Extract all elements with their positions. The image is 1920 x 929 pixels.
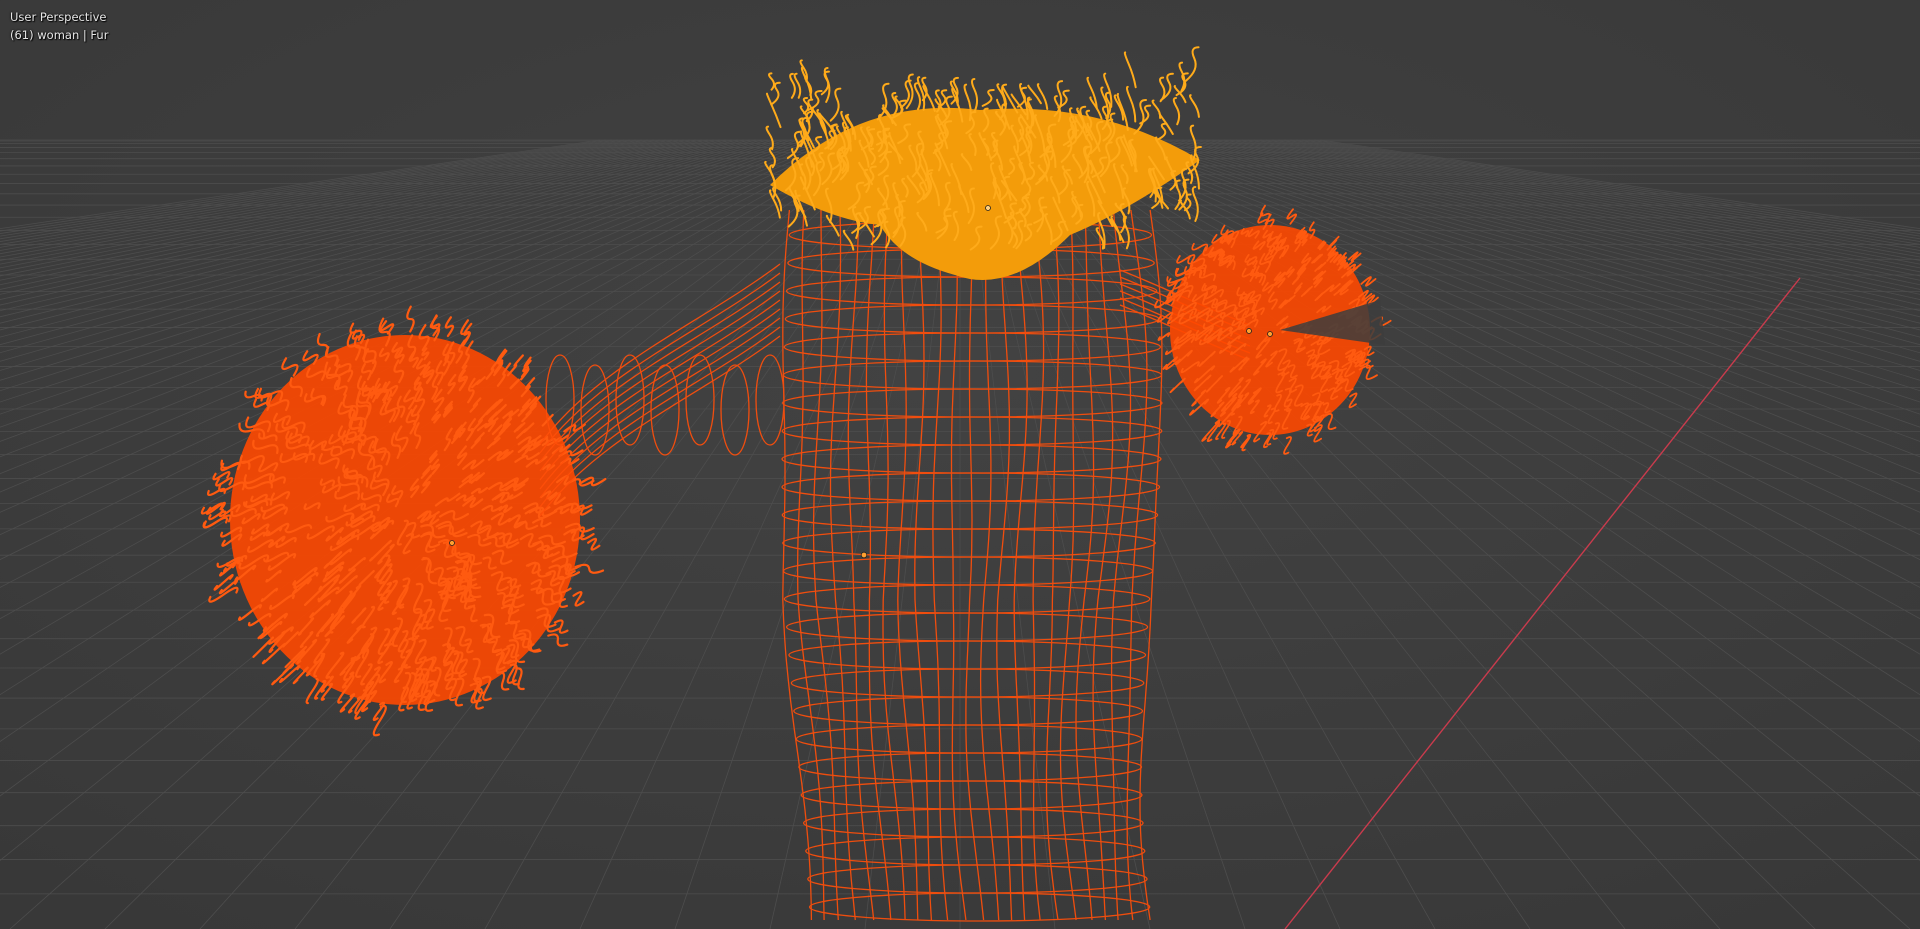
view-label: User Perspective	[10, 10, 107, 24]
3d-viewport[interactable]: User Perspective (61) woman | Fur	[0, 0, 1920, 929]
origin-point-left[interactable]	[449, 540, 455, 546]
origin-point-top[interactable]	[985, 205, 991, 211]
scene-canvas[interactable]	[0, 0, 1920, 929]
origin-point-right-a[interactable]	[1246, 328, 1252, 334]
origin-point-right-b[interactable]	[1267, 331, 1273, 337]
viewport-info-overlay: User Perspective (61) woman | Fur	[10, 8, 108, 44]
origin-point-body[interactable]	[860, 551, 868, 559]
object-info-label: (61) woman | Fur	[10, 28, 109, 42]
